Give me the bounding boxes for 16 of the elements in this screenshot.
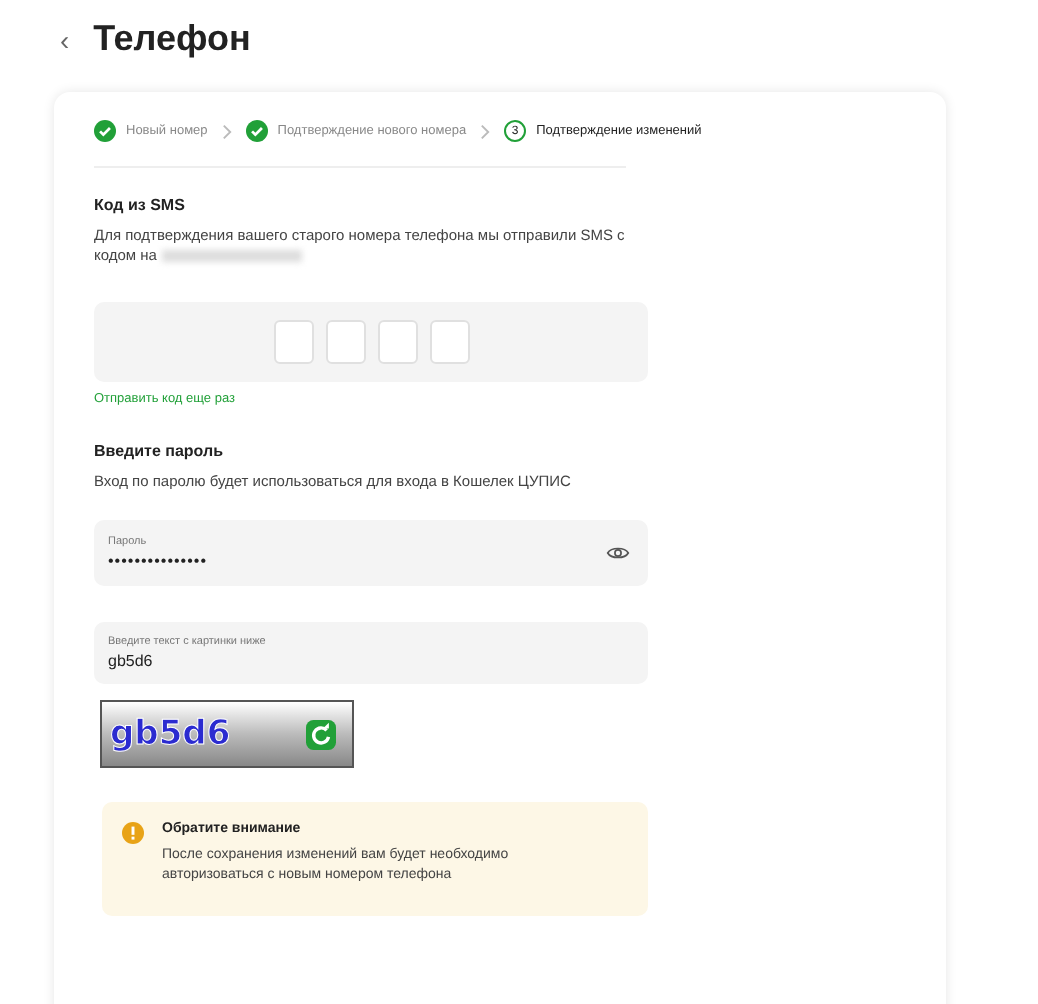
refresh-icon[interactable] [306, 719, 336, 750]
captcha-image: gb5d6 [110, 714, 231, 755]
warning-icon [122, 822, 144, 845]
eye-icon[interactable] [606, 544, 630, 563]
check-icon [94, 120, 116, 142]
section-title: Код из SMS [94, 196, 187, 214]
chevron-icon [480, 123, 491, 139]
chevron-icon [221, 123, 232, 139]
code-input[interactable] [325, 320, 365, 365]
code-input[interactable] [273, 320, 313, 365]
section-title: Введите пароль [94, 442, 225, 461]
code-input[interactable] [429, 320, 469, 365]
back-button[interactable]: ‹ [60, 23, 70, 55]
check-icon [245, 120, 268, 142]
page-title: Телефон [93, 18, 251, 60]
code-input[interactable] [377, 320, 417, 365]
